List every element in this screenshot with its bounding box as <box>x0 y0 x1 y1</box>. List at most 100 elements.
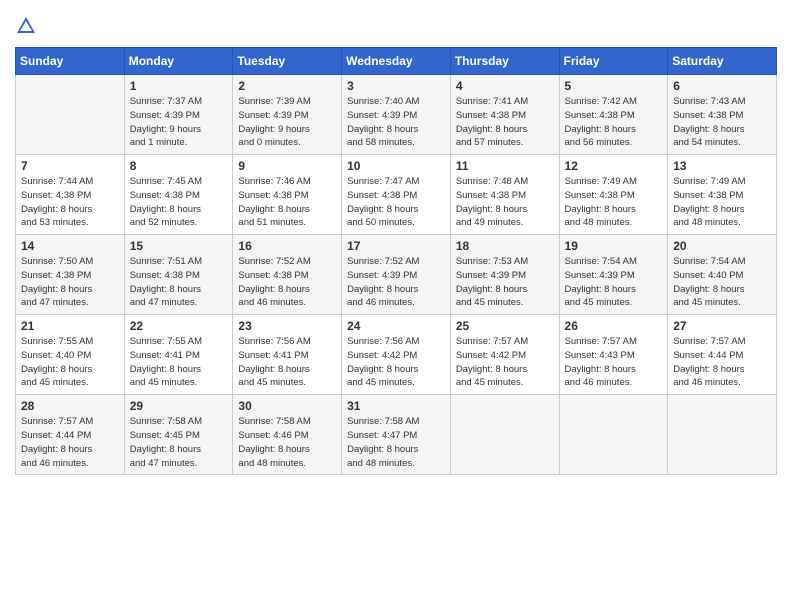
calendar-cell: 9Sunrise: 7:46 AM Sunset: 4:38 PM Daylig… <box>233 155 342 235</box>
day-number: 17 <box>347 239 445 253</box>
calendar-cell: 6 Sunrise: 7:43 AM Sunset: 4:38 PM Daylig… <box>668 75 777 155</box>
day-number: 26 <box>565 319 663 333</box>
day-number: 3 <box>347 79 445 93</box>
day-number: 2 <box>238 79 336 93</box>
calendar-cell: 15 Sunrise: 7:51 AM Sunset: 4:38 PM Dayli… <box>124 235 233 315</box>
day-number: 13 <box>673 159 771 173</box>
cell-info: Sunrise: 7:52 AM Sunset: 4:38 PM Dayligh… <box>238 255 336 310</box>
cell-info: Sunrise: 7:51 AM Sunset: 4:38 PM Dayligh… <box>130 255 228 310</box>
cell-info: Sunrise: 7:57 AM Sunset: 4:44 PM Dayligh… <box>21 415 119 470</box>
calendar-cell: 21 Sunrise: 7:55 AM Sunset: 4:40 PM Dayli… <box>16 315 125 395</box>
calendar-table: SundayMondayTuesdayWednesdayThursdayFrid… <box>15 47 777 475</box>
day-number: 23 <box>238 319 336 333</box>
day-number: 30 <box>238 399 336 413</box>
cell-info: Sunrise: 7:37 AM Sunset: 4:39 PM Dayligh… <box>130 95 228 150</box>
calendar-week-2: 7 Sunrise: 7:44 AM Sunset: 4:38 PM Daylig… <box>16 155 777 235</box>
day-number: 10 <box>347 159 445 173</box>
cell-info: Sunrise: 7:43 AM Sunset: 4:38 PM Dayligh… <box>673 95 771 150</box>
cell-info: Sunrise: 7:58 AM Sunset: 4:47 PM Dayligh… <box>347 415 445 470</box>
day-number: 18 <box>456 239 554 253</box>
cell-info: Sunrise: 7:57 AM Sunset: 4:43 PM Dayligh… <box>565 335 663 390</box>
calendar-cell <box>559 395 668 475</box>
calendar-week-3: 14Sunrise: 7:50 AM Sunset: 4:38 PM Dayli… <box>16 235 777 315</box>
column-header-tuesday: Tuesday <box>233 48 342 75</box>
calendar-cell: 18 Sunrise: 7:53 AM Sunset: 4:39 PM Dayli… <box>450 235 559 315</box>
day-number: 12 <box>565 159 663 173</box>
day-number: 6 <box>673 79 771 93</box>
calendar-cell: 14Sunrise: 7:50 AM Sunset: 4:38 PM Dayli… <box>16 235 125 315</box>
column-header-monday: Monday <box>124 48 233 75</box>
calendar-cell: 30 Sunrise: 7:58 AM Sunset: 4:46 PM Dayli… <box>233 395 342 475</box>
cell-info: Sunrise: 7:39 AM Sunset: 4:39 PM Dayligh… <box>238 95 336 150</box>
cell-info: Sunrise: 7:45 AM Sunset: 4:38 PM Dayligh… <box>130 175 228 230</box>
cell-info: Sunrise: 7:54 AM Sunset: 4:40 PM Dayligh… <box>673 255 771 310</box>
calendar-cell: 22Sunrise: 7:55 AM Sunset: 4:41 PM Dayli… <box>124 315 233 395</box>
calendar-cell: 11 Sunrise: 7:48 AM Sunset: 4:38 PM Dayli… <box>450 155 559 235</box>
cell-info: Sunrise: 7:56 AM Sunset: 4:42 PM Dayligh… <box>347 335 445 390</box>
cell-info: Sunrise: 7:48 AM Sunset: 4:38 PM Dayligh… <box>456 175 554 230</box>
cell-info: Sunrise: 7:53 AM Sunset: 4:39 PM Dayligh… <box>456 255 554 310</box>
calendar-cell: 1 Sunrise: 7:37 AM Sunset: 4:39 PM Daylig… <box>124 75 233 155</box>
cell-info: Sunrise: 7:44 AM Sunset: 4:38 PM Dayligh… <box>21 175 119 230</box>
calendar-cell: 23 Sunrise: 7:56 AM Sunset: 4:41 PM Dayli… <box>233 315 342 395</box>
day-number: 22 <box>130 319 228 333</box>
calendar-cell: 13Sunrise: 7:49 AM Sunset: 4:38 PM Dayli… <box>668 155 777 235</box>
calendar-cell: 12 Sunrise: 7:49 AM Sunset: 4:38 PM Dayli… <box>559 155 668 235</box>
calendar-cell: 20 Sunrise: 7:54 AM Sunset: 4:40 PM Dayli… <box>668 235 777 315</box>
calendar-cell: 7 Sunrise: 7:44 AM Sunset: 4:38 PM Daylig… <box>16 155 125 235</box>
calendar-week-4: 21 Sunrise: 7:55 AM Sunset: 4:40 PM Dayli… <box>16 315 777 395</box>
calendar-cell: 31 Sunrise: 7:58 AM Sunset: 4:47 PM Dayli… <box>342 395 451 475</box>
cell-info: Sunrise: 7:40 AM Sunset: 4:39 PM Dayligh… <box>347 95 445 150</box>
logo-icon <box>15 15 37 37</box>
day-number: 21 <box>21 319 119 333</box>
calendar-cell: 24 Sunrise: 7:56 AM Sunset: 4:42 PM Dayli… <box>342 315 451 395</box>
cell-info: Sunrise: 7:46 AM Sunset: 4:38 PM Dayligh… <box>238 175 336 230</box>
calendar-cell <box>668 395 777 475</box>
day-number: 5 <box>565 79 663 93</box>
cell-info: Sunrise: 7:54 AM Sunset: 4:39 PM Dayligh… <box>565 255 663 310</box>
day-number: 1 <box>130 79 228 93</box>
page-header <box>15 15 777 37</box>
calendar-cell: 3 Sunrise: 7:40 AM Sunset: 4:39 PM Daylig… <box>342 75 451 155</box>
column-header-sunday: Sunday <box>16 48 125 75</box>
day-number: 31 <box>347 399 445 413</box>
day-number: 20 <box>673 239 771 253</box>
calendar-cell: 25 Sunrise: 7:57 AM Sunset: 4:42 PM Dayli… <box>450 315 559 395</box>
column-header-wednesday: Wednesday <box>342 48 451 75</box>
day-number: 28 <box>21 399 119 413</box>
calendar-cell <box>450 395 559 475</box>
cell-info: Sunrise: 7:58 AM Sunset: 4:46 PM Dayligh… <box>238 415 336 470</box>
calendar-cell: 26 Sunrise: 7:57 AM Sunset: 4:43 PM Dayli… <box>559 315 668 395</box>
day-number: 29 <box>130 399 228 413</box>
calendar-cell: 17 Sunrise: 7:52 AM Sunset: 4:39 PM Dayli… <box>342 235 451 315</box>
day-number: 11 <box>456 159 554 173</box>
cell-info: Sunrise: 7:57 AM Sunset: 4:42 PM Dayligh… <box>456 335 554 390</box>
calendar-week-1: 1 Sunrise: 7:37 AM Sunset: 4:39 PM Daylig… <box>16 75 777 155</box>
logo <box>15 15 41 37</box>
calendar-week-5: 28 Sunrise: 7:57 AM Sunset: 4:44 PM Dayli… <box>16 395 777 475</box>
cell-info: Sunrise: 7:52 AM Sunset: 4:39 PM Dayligh… <box>347 255 445 310</box>
day-number: 25 <box>456 319 554 333</box>
cell-info: Sunrise: 7:49 AM Sunset: 4:38 PM Dayligh… <box>565 175 663 230</box>
day-number: 7 <box>21 159 119 173</box>
day-number: 15 <box>130 239 228 253</box>
column-header-friday: Friday <box>559 48 668 75</box>
calendar-cell: 10Sunrise: 7:47 AM Sunset: 4:38 PM Dayli… <box>342 155 451 235</box>
calendar-cell: 16Sunrise: 7:52 AM Sunset: 4:38 PM Dayli… <box>233 235 342 315</box>
column-header-thursday: Thursday <box>450 48 559 75</box>
cell-info: Sunrise: 7:41 AM Sunset: 4:38 PM Dayligh… <box>456 95 554 150</box>
cell-info: Sunrise: 7:57 AM Sunset: 4:44 PM Dayligh… <box>673 335 771 390</box>
cell-info: Sunrise: 7:56 AM Sunset: 4:41 PM Dayligh… <box>238 335 336 390</box>
calendar-cell: 2 Sunrise: 7:39 AM Sunset: 4:39 PM Daylig… <box>233 75 342 155</box>
column-header-saturday: Saturday <box>668 48 777 75</box>
day-number: 24 <box>347 319 445 333</box>
calendar-cell <box>16 75 125 155</box>
calendar-cell: 28 Sunrise: 7:57 AM Sunset: 4:44 PM Dayli… <box>16 395 125 475</box>
day-number: 19 <box>565 239 663 253</box>
cell-info: Sunrise: 7:55 AM Sunset: 4:40 PM Dayligh… <box>21 335 119 390</box>
day-number: 4 <box>456 79 554 93</box>
day-number: 27 <box>673 319 771 333</box>
cell-info: Sunrise: 7:58 AM Sunset: 4:45 PM Dayligh… <box>130 415 228 470</box>
calendar-cell: 8Sunrise: 7:45 AM Sunset: 4:38 PM Daylig… <box>124 155 233 235</box>
calendar-cell: 5Sunrise: 7:42 AM Sunset: 4:38 PM Daylig… <box>559 75 668 155</box>
